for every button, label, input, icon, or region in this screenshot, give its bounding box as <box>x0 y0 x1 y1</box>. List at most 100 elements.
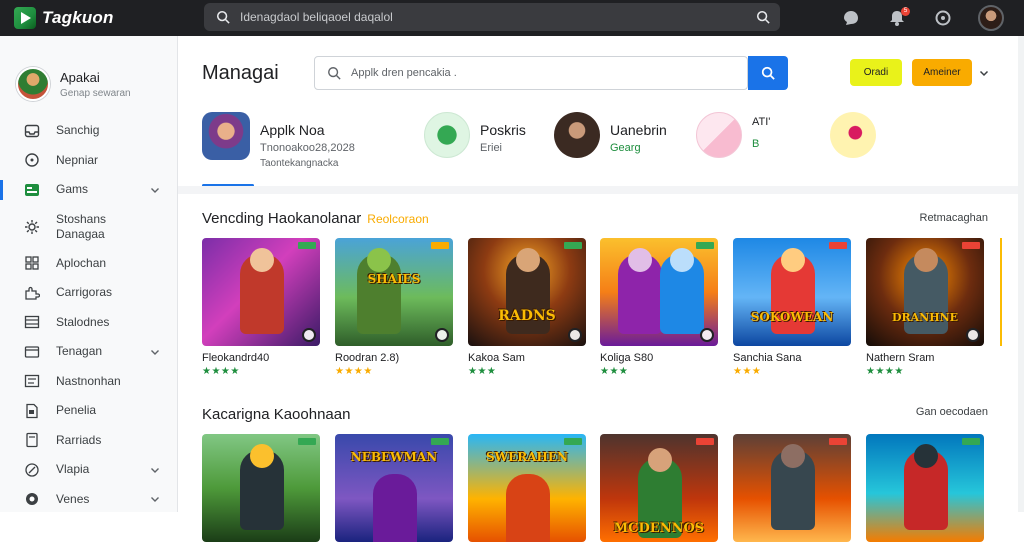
carousel-next-edge[interactable] <box>1000 238 1002 346</box>
sidebar-item-tenagan[interactable]: Tenagan <box>0 337 177 367</box>
sidebar-item-games[interactable]: Gams <box>0 175 177 205</box>
game-card[interactable]: MCDENNOS <box>600 434 718 542</box>
section-title-categories: Kacarigna Kaoohnaan <box>202 406 350 423</box>
games-icon <box>24 182 40 198</box>
help-icon[interactable] <box>932 7 954 29</box>
yellow-action-button[interactable]: Oradi <box>850 59 902 86</box>
sidebar-item-label: Aplochan <box>56 255 107 270</box>
sidebar-item-settings[interactable]: Stoshans Danagaa <box>0 205 177 249</box>
sidebar-item-label: Stalodnes <box>56 314 110 329</box>
section-title-text: Kacarigna Kaoohnaan <box>202 406 351 423</box>
sidebar-item-stalodnes[interactable]: Stalodnes <box>0 308 177 338</box>
featured-app-date: Tnonoakoo28,2028 <box>260 142 355 154</box>
game-art <box>202 238 320 346</box>
section-title-trending: Vencding Haokanolanar Reolcoraon <box>202 210 429 227</box>
sidebar-item-nastnonhan[interactable]: Nastnonhan <box>0 367 177 397</box>
profile-name: Apakai <box>60 69 100 85</box>
game-card[interactable]: DRANHNE Nathern Sram ★★★★ <box>866 238 984 377</box>
section-accent[interactable]: Reolcoraon <box>367 212 428 226</box>
sidebar-item-sanchig[interactable]: Sanchig <box>0 116 177 146</box>
sidebar-item-label: Penelia <box>56 403 97 418</box>
search-icon <box>328 67 341 80</box>
clock-icon <box>24 152 40 168</box>
chevron-down-icon[interactable] <box>978 67 990 79</box>
game-art: SWERAHEN <box>468 434 586 542</box>
game-art: DRANHNE <box>866 238 984 346</box>
sidebar-item-aplochan[interactable]: Aplochan <box>0 249 177 279</box>
game-art <box>866 434 984 542</box>
game-card[interactable]: NEBEWMAN <box>335 434 453 542</box>
circle-icon <box>24 491 40 507</box>
sidebar-item-label: Rarriads <box>56 432 102 447</box>
logo-text: Tagkuon <box>42 8 114 27</box>
sidebar-item-label: Nastnonhan <box>56 373 121 388</box>
orange-action-button[interactable]: Ameiner <box>912 59 972 86</box>
sidebar-item-label: Carrigoras <box>56 285 113 300</box>
sidebar-item-penelia[interactable]: Penelia <box>0 396 177 426</box>
featured-app-3[interactable]: Uanebrin Gearg <box>554 112 667 158</box>
featured-app-4[interactable]: ATI' B <box>696 112 770 158</box>
game-title: Fleokandrd40 <box>202 352 270 364</box>
notification-badge: 5 <box>901 7 910 16</box>
app-icon <box>830 112 876 158</box>
grid-icon <box>24 314 40 330</box>
search-icon[interactable] <box>756 10 770 24</box>
sidebar-item-vlapia[interactable]: Vlapia <box>0 455 177 485</box>
rating-stars: ★★★★ <box>335 366 373 377</box>
game-card[interactable] <box>733 434 851 542</box>
featured-app-5[interactable] <box>830 112 876 158</box>
featured-row: Applk Noa Tnonoakoo28,2028 Taontekangnac… <box>178 112 1024 188</box>
featured-app-1[interactable]: Applk Noa Tnonoakoo28,2028 Taontekangnac… <box>202 112 355 169</box>
document-icon <box>24 403 40 419</box>
chevron-down-icon[interactable] <box>149 493 161 505</box>
top-search-input[interactable]: Idenagdaol beliqaoel daqalol <box>240 10 393 24</box>
sidebar-item-nepniar[interactable]: Nepniar <box>0 146 177 176</box>
sidebar-item-carrigoras[interactable]: Carrigoras <box>0 278 177 308</box>
featured-app-name: Uanebrin <box>610 122 667 138</box>
scrollbar[interactable] <box>1018 36 1024 512</box>
section-divider <box>178 186 1024 194</box>
featured-app-sub: B <box>752 138 760 150</box>
app-icon <box>696 112 742 158</box>
chevron-down-icon[interactable] <box>149 346 161 358</box>
user-avatar[interactable] <box>978 5 1004 31</box>
sidebar-item-label: Venes <box>56 491 90 506</box>
game-card[interactable] <box>866 434 984 542</box>
main-search-bar[interactable]: Applk dren pencakia . <box>314 56 748 90</box>
sidebar-item-label: Tenagan <box>56 344 103 359</box>
game-card[interactable]: SOKOWEAN Sanchia Sana ★★★ <box>733 238 851 377</box>
game-card[interactable]: RADNS Kakoa Sam ★★★ <box>468 238 586 377</box>
see-more-link[interactable]: Gan oecodaen <box>916 406 988 418</box>
notification-icon[interactable]: 5 <box>886 7 910 29</box>
game-card[interactable] <box>202 434 320 542</box>
game-card[interactable]: SHAIES Roodran 2.8) ★★★★ <box>335 238 453 377</box>
main-content: Managai Applk dren pencakia . Oradi Amei… <box>178 36 1024 542</box>
sidebar-item-rarriads[interactable]: Rarriads <box>0 426 177 456</box>
app-logo[interactable]: Tagkuon <box>14 7 174 29</box>
top-search-bar[interactable]: Idenagdaol beliqaoel daqalol <box>204 3 780 31</box>
game-card[interactable]: SWERAHEN <box>468 434 586 542</box>
featured-app-2[interactable]: Poskris Eriei <box>424 112 526 158</box>
section-title-text: Vencding Haokanolanar <box>202 210 362 227</box>
game-art: RADNS <box>468 238 586 346</box>
featured-app-sub: Eriei <box>480 142 503 154</box>
chevron-down-icon[interactable] <box>149 184 161 196</box>
sidebar-nav: Sanchig Nepniar Gams Stoshans Danagaa Ap… <box>0 116 177 514</box>
game-art <box>202 434 320 542</box>
search-button[interactable] <box>748 56 788 90</box>
profile-subtitle: Genap sewaran <box>60 87 131 99</box>
see-more-link[interactable]: Retmacaghan <box>920 212 989 224</box>
profile-header[interactable]: Apakai Genap sewaran <box>0 36 177 112</box>
sidebar-item-label: Gams <box>56 182 89 197</box>
chevron-down-icon[interactable] <box>149 464 161 476</box>
rating-stars: ★★★ <box>468 366 497 377</box>
sidebar-item-label: Vlapia <box>56 462 90 477</box>
chat-icon[interactable] <box>840 7 862 29</box>
game-card[interactable]: Fleokandrd40 ★★★★ <box>202 238 320 377</box>
main-search-input[interactable]: Applk dren pencakia . <box>351 67 457 79</box>
game-art: SOKOWEAN <box>733 238 851 346</box>
puzzle-icon <box>24 285 40 301</box>
game-card[interactable]: Koliga S80 ★★★ <box>600 238 718 377</box>
featured-app-sub: Gearg <box>610 142 641 154</box>
sidebar-item-venes[interactable]: Venes <box>0 485 177 515</box>
